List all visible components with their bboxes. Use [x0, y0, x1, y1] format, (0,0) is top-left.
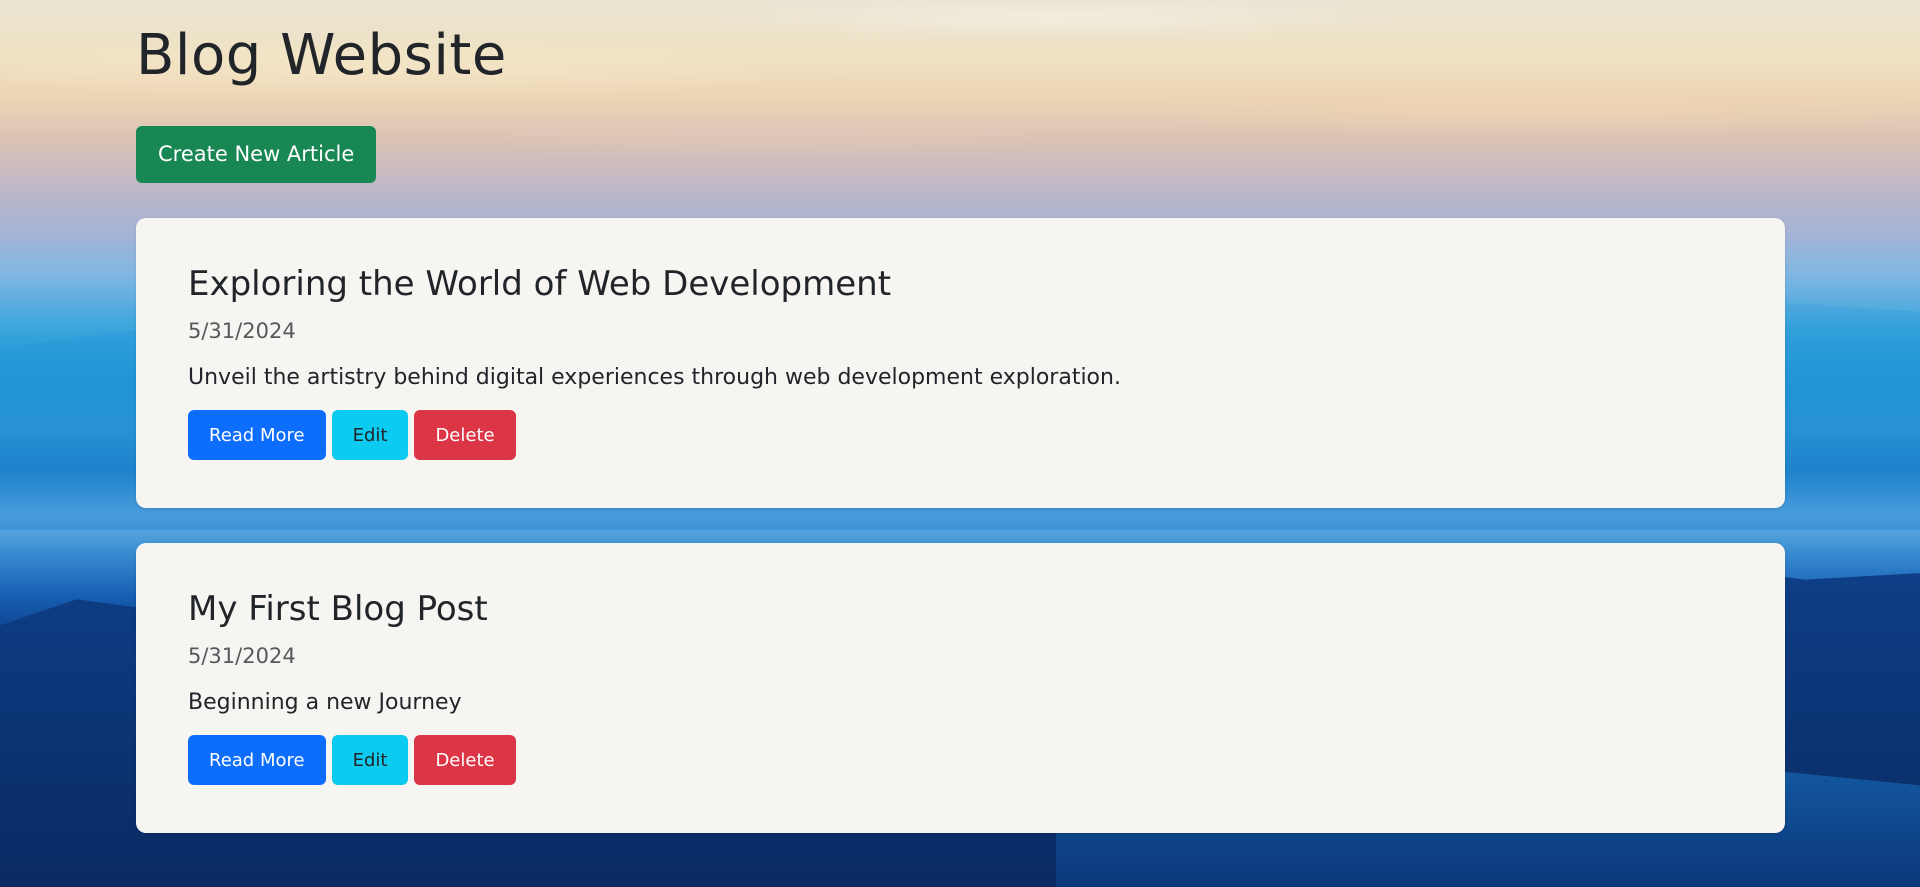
article-list: Exploring the World of Web Development 5… — [136, 218, 1785, 833]
read-more-button[interactable]: Read More — [188, 410, 326, 460]
article-title: Exploring the World of Web Development — [188, 264, 892, 304]
article-date: 5/31/2024 — [188, 319, 296, 343]
article-card: Exploring the World of Web Development 5… — [136, 218, 1785, 508]
article-summary: Beginning a new Journey — [188, 690, 462, 715]
edit-button[interactable]: Edit — [331, 410, 409, 460]
page-title: Blog Website — [136, 23, 507, 88]
edit-button[interactable]: Edit — [331, 735, 409, 785]
article-date: 5/31/2024 — [188, 644, 296, 668]
delete-button[interactable]: Delete — [414, 735, 516, 785]
article-summary: Unveil the artistry behind digital exper… — [188, 365, 1121, 390]
delete-button[interactable]: Delete — [414, 410, 516, 460]
main-container: Blog Website Create New Article Explorin… — [136, 0, 1785, 833]
article-card: My First Blog Post 5/31/2024 Beginning a… — [136, 543, 1785, 833]
article-title: My First Blog Post — [188, 589, 488, 629]
article-actions: Read More Edit Delete — [188, 735, 1733, 785]
create-article-button[interactable]: Create New Article — [136, 126, 377, 183]
read-more-button[interactable]: Read More — [188, 735, 326, 785]
article-actions: Read More Edit Delete — [188, 410, 1733, 460]
